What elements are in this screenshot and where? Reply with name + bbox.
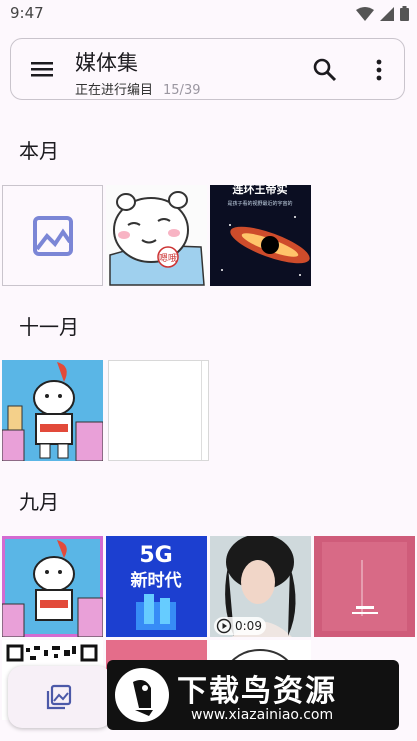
catalog-status-text: 正在进行编目 [75,83,154,98]
bear-sticker-image: 嗯哦 [106,185,207,286]
bunny-drawing-image [2,360,103,461]
media-thumbnail-video-portrait[interactable]: 0:09 [210,536,311,637]
5g-poster-subheading: 新时代 [131,570,182,591]
more-vert-icon[interactable] [367,56,391,84]
status-icons [356,6,409,21]
media-thumbnail-blank[interactable] [108,360,209,461]
bear-badge-text: 嗯哦 [159,252,177,264]
status-time: 9:47 [10,4,44,22]
blank-image-edge [201,361,202,460]
section-header-this-month: 本月 [19,139,59,163]
watermark-url: www.xiazainiao.com [191,707,334,723]
5g-poster-heading: 5G [139,543,172,568]
space-banner-caption: 是孩子看的视野最近的宇宙的 [227,200,292,207]
section-header-november: 十一月 [19,315,79,339]
wifi-icon [356,6,374,21]
play-circle-icon [216,618,232,634]
page-title: 媒体集 [75,51,138,75]
search-icon[interactable] [311,56,339,84]
5g-poster-image: 5G 新时代 [106,536,207,637]
watermark-logo [115,668,169,722]
watermark-overlay: 下载鸟资源 www.xiazainiao.com [107,660,399,730]
media-thumbnail-space[interactable]: 连环王帝实 是孩子看的视野最近的宇宙的 [210,185,311,286]
media-thumbnail-bunny-drawing[interactable] [2,360,103,461]
music-cover-image [314,536,415,637]
media-thumbnail-5g-poster[interactable]: 5G 新时代 [106,536,207,637]
media-thumbnail-bunny-drawing-2[interactable] [2,536,103,637]
video-duration-badge: 0:09 [214,617,266,635]
watermark-title: 下载鸟资源 [177,674,337,709]
space-banner-image: 连环王帝实 是孩子看的视野最近的宇宙的 [210,185,311,286]
cellular-signal-icon [380,6,394,21]
space-banner-title: 连环王帝实 [233,185,288,196]
catalog-progress-count: 15/39 [163,83,201,98]
section-header-september: 九月 [19,490,59,514]
status-bar: 9:47 [0,0,417,28]
catalog-status: 正在进行编目 15/39 [75,79,200,98]
app-bar: 媒体集 正在进行编目 15/39 [10,38,405,100]
media-thumbnail-placeholder[interactable] [2,185,103,286]
bunny-drawing-image-2 [2,536,103,637]
media-thumbnail-bear-sticker[interactable]: 嗯哦 [106,185,207,286]
image-placeholder-icon [33,216,73,256]
media-thumbnail-music-cover[interactable] [314,536,415,637]
video-duration: 0:09 [235,619,262,633]
battery-icon [400,6,409,21]
bird-logo-icon [133,680,153,716]
menu-icon[interactable] [29,57,55,81]
bottom-nav-bar [8,666,112,728]
photo-library-icon[interactable] [46,684,72,710]
